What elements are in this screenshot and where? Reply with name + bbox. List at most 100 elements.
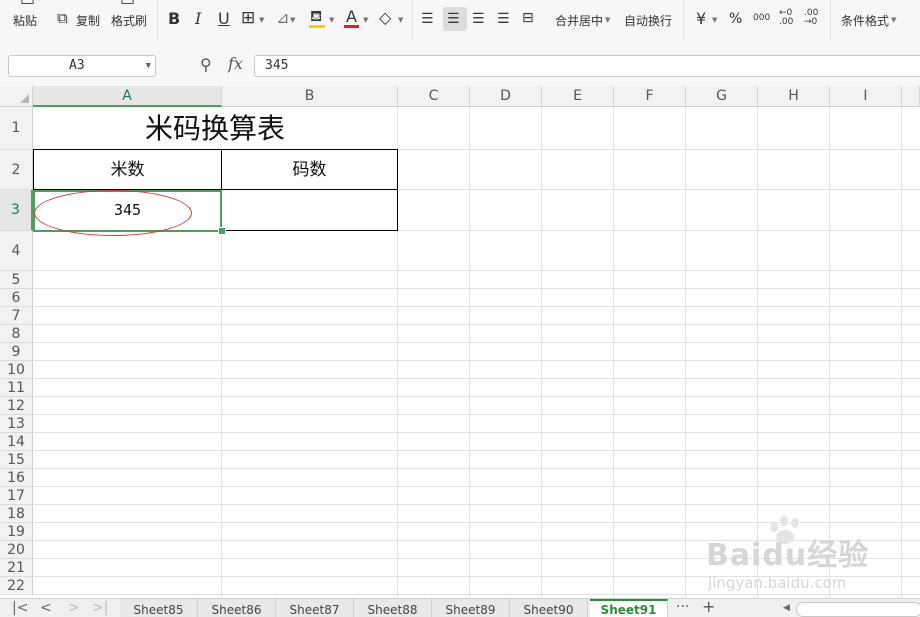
row-header-1[interactable]: 1 <box>0 107 33 150</box>
more-sheets-button[interactable]: ··· <box>676 599 689 615</box>
conditional-dropdown-icon[interactable]: ▼ <box>891 16 896 24</box>
ribbon-toolbar: ▭ 粘贴 ⧉ 复制 ▭ 格式刷 B I U ⊞ ▼ ⊿ ▼ ⛾ ▼ A ▼ ◇ … <box>0 0 920 45</box>
distributed-icon[interactable]: ⊟ <box>522 10 534 26</box>
row-header-12[interactable]: 12 <box>0 397 33 415</box>
row-header-14[interactable]: 14 <box>0 433 33 451</box>
row-header-18[interactable]: 18 <box>0 505 33 523</box>
border-dropdown-icon[interactable]: ▼ <box>259 16 264 24</box>
row-header-20[interactable]: 20 <box>0 541 33 559</box>
align-center-icon[interactable]: ☰ <box>447 11 460 27</box>
sheet-tab[interactable]: Sheet88 <box>354 599 432 617</box>
sheet-tab[interactable]: Sheet86 <box>198 599 276 617</box>
column-header-g[interactable]: G <box>686 86 758 107</box>
row-header-7[interactable]: 7 <box>0 307 33 325</box>
column-header-h[interactable]: H <box>758 86 830 107</box>
fill-color-bar <box>309 25 325 28</box>
border-icon[interactable]: ⊞ <box>241 10 255 27</box>
wrap-text-button[interactable]: 自动换行 <box>624 12 672 29</box>
row-header-2[interactable]: 2 <box>0 150 33 190</box>
row-header-9[interactable]: 9 <box>0 343 33 361</box>
thousands-icon[interactable]: 000 <box>753 10 770 26</box>
copy-button[interactable]: 复制 <box>76 12 100 29</box>
sheet-tab[interactable]: Sheet89 <box>432 599 510 617</box>
copy-icon[interactable]: ⧉ <box>57 10 68 26</box>
scroll-left-icon[interactable]: ◀ <box>783 599 790 617</box>
header-yards-cell[interactable]: 码数 <box>222 150 397 189</box>
gridline <box>613 107 614 598</box>
fill-handle[interactable] <box>218 227 226 235</box>
fill-dropdown-icon[interactable]: ▼ <box>329 16 334 24</box>
name-box[interactable]: A3 ▼ <box>8 55 156 77</box>
clear-dropdown-icon[interactable]: ▼ <box>398 16 403 24</box>
prev-sheet-icon[interactable]: < <box>40 599 52 617</box>
first-sheet-icon[interactable]: |< <box>12 599 28 617</box>
gridline <box>685 107 686 598</box>
row-header-6[interactable]: 6 <box>0 289 33 307</box>
row-header-22[interactable]: 22 <box>0 577 33 595</box>
row-header-21[interactable]: 21 <box>0 559 33 577</box>
increase-decimal-icon[interactable]: ←0.00 <box>779 9 793 27</box>
row-header-8[interactable]: 8 <box>0 325 33 343</box>
sheet-tab[interactable]: Sheet85 <box>120 599 198 617</box>
column-header-e[interactable]: E <box>542 86 614 107</box>
paste-icon[interactable]: ▭ <box>20 0 35 8</box>
column-header-c[interactable]: C <box>398 86 470 107</box>
underline-icon[interactable]: U <box>218 11 230 27</box>
gridline <box>33 360 920 361</box>
sheet-tab[interactable]: Sheet90 <box>510 599 588 617</box>
paste-button[interactable]: 粘贴 <box>13 12 37 29</box>
font-color-dropdown-icon[interactable]: ▼ <box>363 16 368 24</box>
header-meters-cell[interactable]: 米数 <box>34 150 221 189</box>
row-header-17[interactable]: 17 <box>0 487 33 505</box>
merge-center-button[interactable]: 合并居中 <box>555 12 603 29</box>
watermark-url: jingyan.baidu.com <box>708 574 847 592</box>
sheet-tab[interactable]: Sheet87 <box>276 599 354 617</box>
bold-icon[interactable]: B <box>168 11 180 27</box>
select-all-corner[interactable] <box>0 86 33 107</box>
add-sheet-button[interactable]: + <box>702 599 715 615</box>
column-header-b[interactable]: B <box>222 86 398 107</box>
row-header-15[interactable]: 15 <box>0 451 33 469</box>
align-right-icon[interactable]: ☰ <box>472 11 485 27</box>
column-header-next[interactable] <box>902 86 920 107</box>
column-header-i[interactable]: I <box>830 86 902 107</box>
erase-dropdown-icon[interactable]: ▼ <box>290 16 295 24</box>
format-painter-icon[interactable]: ▭ <box>120 0 135 8</box>
column-header-a[interactable]: A <box>33 86 222 107</box>
row-header-3[interactable]: 3 <box>0 190 33 231</box>
currency-dropdown-icon[interactable]: ▼ <box>712 16 717 24</box>
fx-icon[interactable]: fx <box>228 54 243 73</box>
justify-icon[interactable]: ☰ <box>497 11 510 27</box>
align-left-icon[interactable]: ☰ <box>421 11 434 27</box>
erase-format-icon[interactable]: ⊿ <box>276 10 289 26</box>
next-sheet-icon[interactable]: > <box>68 599 80 617</box>
cell-b3[interactable] <box>222 190 397 230</box>
format-painter-button[interactable]: 格式刷 <box>111 12 147 29</box>
row-header-13[interactable]: 13 <box>0 415 33 433</box>
sheet-tab-active[interactable]: Sheet91 <box>590 599 668 617</box>
row-header-10[interactable]: 10 <box>0 361 33 379</box>
horizontal-scrollbar[interactable] <box>796 602 920 617</box>
fill-color-icon[interactable]: ⛾ <box>310 8 322 24</box>
row-header-19[interactable]: 19 <box>0 523 33 541</box>
gridline <box>33 342 920 343</box>
gridline <box>33 288 920 289</box>
merge-dropdown-icon[interactable]: ▼ <box>605 16 610 24</box>
formula-input[interactable]: 345 <box>254 55 920 77</box>
row-header-4[interactable]: 4 <box>0 231 33 271</box>
name-box-dropdown-icon[interactable]: ▼ <box>146 56 151 76</box>
last-sheet-icon[interactable]: >| <box>92 599 108 617</box>
italic-icon[interactable]: I <box>195 11 201 27</box>
percent-icon[interactable]: % <box>729 11 742 27</box>
row-header-5[interactable]: 5 <box>0 271 33 289</box>
row-header-11[interactable]: 11 <box>0 379 33 397</box>
font-color-icon[interactable]: A <box>346 9 357 25</box>
decrease-decimal-icon[interactable]: .00 →0 <box>804 9 818 27</box>
clear-icon[interactable]: ◇ <box>379 10 391 26</box>
currency-icon[interactable]: ¥ <box>696 11 706 27</box>
column-header-d[interactable]: D <box>470 86 542 107</box>
zoom-search-icon[interactable]: ⚲ <box>200 55 212 74</box>
row-header-16[interactable]: 16 <box>0 469 33 487</box>
column-header-f[interactable]: F <box>614 86 686 107</box>
conditional-format-button[interactable]: 条件格式 <box>841 12 889 29</box>
